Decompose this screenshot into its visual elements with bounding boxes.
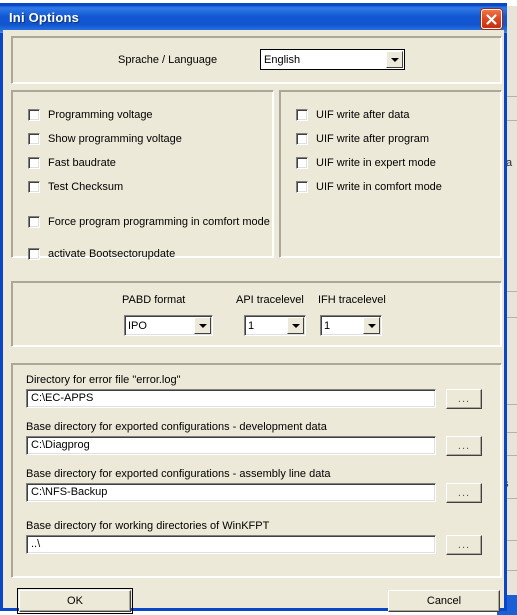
checkbox-label: UIF write after data	[316, 109, 410, 121]
checkbox-box[interactable]	[28, 157, 40, 169]
api-tracelevel-label: API tracelevel	[236, 294, 304, 306]
ifh-tracelevel-value: 1	[324, 319, 331, 332]
uif-options-group: UIF write after data UIF write after pro…	[279, 90, 502, 258]
close-icon[interactable]	[481, 9, 502, 29]
ok-button[interactable]: OK	[17, 588, 133, 614]
browse-assembly-line-data-directory-button[interactable]: ...	[446, 483, 482, 503]
assembly-line-data-directory-label: Base directory for exported configuratio…	[26, 468, 331, 480]
checkbox-test-checksum[interactable]: Test Checksum	[28, 180, 123, 194]
winkfpt-working-directory-input[interactable]: ..\	[26, 535, 436, 554]
checkbox-box[interactable]	[28, 248, 40, 260]
development-data-directory-label: Base directory for exported configuratio…	[26, 421, 327, 433]
chevron-down-icon[interactable]	[287, 317, 304, 334]
checkbox-activate-bootsectorupdate[interactable]: activate Bootsectorupdate	[28, 247, 175, 261]
checkbox-box[interactable]	[296, 133, 308, 145]
pabd-format-combo[interactable]: IPO	[124, 315, 213, 336]
error-log-directory-input[interactable]: C:\EC-APPS	[26, 389, 436, 408]
checkbox-box[interactable]	[28, 216, 40, 228]
language-label: Sprache / Language	[118, 54, 218, 66]
checkbox-box[interactable]	[296, 181, 308, 193]
development-data-directory-input[interactable]: C:\Diagprog	[26, 436, 436, 455]
checkbox-label: UIF write in expert mode	[316, 157, 436, 169]
browse-error-log-directory-button[interactable]: ...	[446, 389, 482, 409]
ifh-tracelevel-label: IFH tracelevel	[318, 294, 386, 306]
checkbox-box[interactable]	[28, 109, 40, 121]
ifh-tracelevel-combo[interactable]: 1	[320, 315, 382, 336]
chevron-down-icon[interactable]	[386, 51, 403, 68]
checkbox-label: Show programming voltage	[48, 133, 182, 145]
chevron-down-icon[interactable]	[194, 317, 211, 334]
directories-group: Directory for error file "error.log" C:\…	[11, 363, 502, 578]
checkbox-label: activate Bootsectorupdate	[48, 248, 176, 260]
checkbox-box[interactable]	[296, 157, 308, 169]
ini-options-dialog: Ini Options Sprache / Language English P…	[0, 3, 507, 614]
checkbox-fast-baudrate[interactable]: Fast baudrate	[28, 156, 116, 170]
language-combo-value: English	[264, 53, 301, 66]
checkbox-label: Test Checksum	[48, 181, 124, 193]
checkbox-label: Force program programming in comfort mod…	[48, 216, 270, 228]
pabd-format-value: IPO	[128, 319, 147, 332]
browse-winkfpt-working-directory-button[interactable]: ...	[446, 535, 482, 555]
checkbox-label: UIF write in comfort mode	[316, 181, 442, 193]
checkbox-uif-write-after-data[interactable]: UIF write after data	[296, 108, 410, 122]
checkbox-label: Fast baudrate	[48, 157, 116, 169]
browse-development-data-directory-button[interactable]: ...	[446, 436, 482, 456]
cancel-button[interactable]: Cancel	[388, 590, 500, 612]
checkbox-label: UIF write after program	[316, 133, 430, 145]
checkbox-uif-write-in-expert-mode[interactable]: UIF write in expert mode	[296, 156, 436, 170]
api-tracelevel-combo[interactable]: 1	[244, 315, 306, 336]
winkfpt-working-directory-label: Base directory for working directories o…	[26, 520, 270, 532]
checkbox-box[interactable]	[28, 181, 40, 193]
programming-options-group: Programming voltage Show programming vol…	[11, 90, 274, 261]
checkbox-box[interactable]	[296, 109, 308, 121]
checkbox-programming-voltage[interactable]: Programming voltage	[28, 108, 153, 122]
window-title: Ini Options	[9, 10, 80, 25]
checkbox-uif-write-after-program[interactable]: UIF write after program	[296, 132, 429, 146]
assembly-line-data-directory-input[interactable]: C:\NFS-Backup	[26, 483, 436, 502]
title-bar[interactable]: Ini Options	[0, 3, 507, 33]
chevron-down-icon[interactable]	[363, 317, 380, 334]
checkbox-box[interactable]	[28, 133, 40, 145]
pabd-format-label: PABD format	[122, 294, 186, 306]
error-log-directory-label: Directory for error file "error.log"	[26, 374, 181, 386]
dialog-client-area: Sprache / Language English Programming v…	[3, 30, 504, 614]
api-tracelevel-value: 1	[248, 319, 255, 332]
language-combo[interactable]: English	[260, 49, 405, 70]
language-group: Sprache / Language English	[11, 36, 502, 84]
checkbox-uif-write-in-comfort-mode[interactable]: UIF write in comfort mode	[296, 180, 442, 194]
checkbox-label: Programming voltage	[48, 109, 153, 121]
checkbox-show-programming-voltage[interactable]: Show programming voltage	[28, 132, 182, 146]
checkbox-force-program-programming-in-comfort-mode[interactable]: Force program programming in comfort mod…	[28, 215, 270, 229]
trace-settings-group: PABD format IPO API tracelevel 1 IFH tra…	[11, 281, 502, 347]
